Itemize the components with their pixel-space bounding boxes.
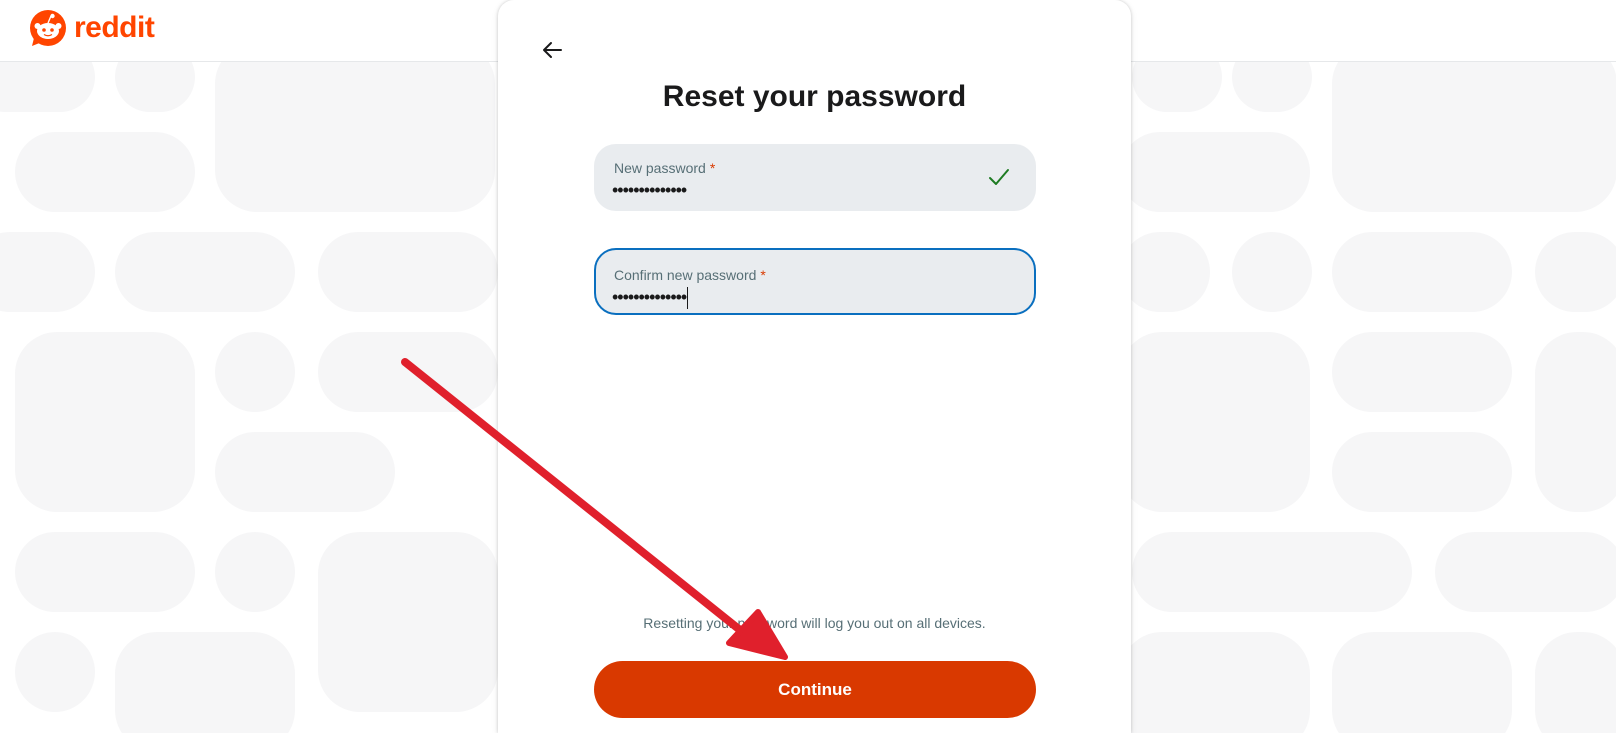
back-button[interactable] (534, 32, 570, 68)
new-password-field[interactable]: New password * •••••••••••••• (594, 144, 1036, 211)
checkmark-icon (989, 169, 1009, 185)
modal-title: Reset your password (662, 80, 967, 113)
logout-notice: Resetting your password will log you out… (643, 615, 986, 631)
required-asterisk: * (760, 267, 766, 283)
arrow-left-icon (543, 42, 562, 58)
confirm-password-field[interactable]: Confirm new password * •••••••••••••• (594, 248, 1036, 315)
new-password-label: New password * (614, 160, 716, 176)
reset-password-modal: Reset your password New password * ••••••… (498, 0, 1131, 733)
continue-button[interactable]: Continue (594, 661, 1036, 718)
reddit-logo[interactable]: reddit (28, 8, 155, 48)
new-password-value: •••••••••••••• (612, 180, 687, 200)
confirm-password-label: Confirm new password * (614, 267, 766, 283)
text-caret (687, 287, 689, 310)
required-asterisk: * (709, 160, 716, 176)
confirm-password-value: •••••••••••••• (612, 287, 689, 310)
reddit-snoo-icon (30, 10, 66, 46)
logo-wordmark: reddit (74, 11, 155, 44)
